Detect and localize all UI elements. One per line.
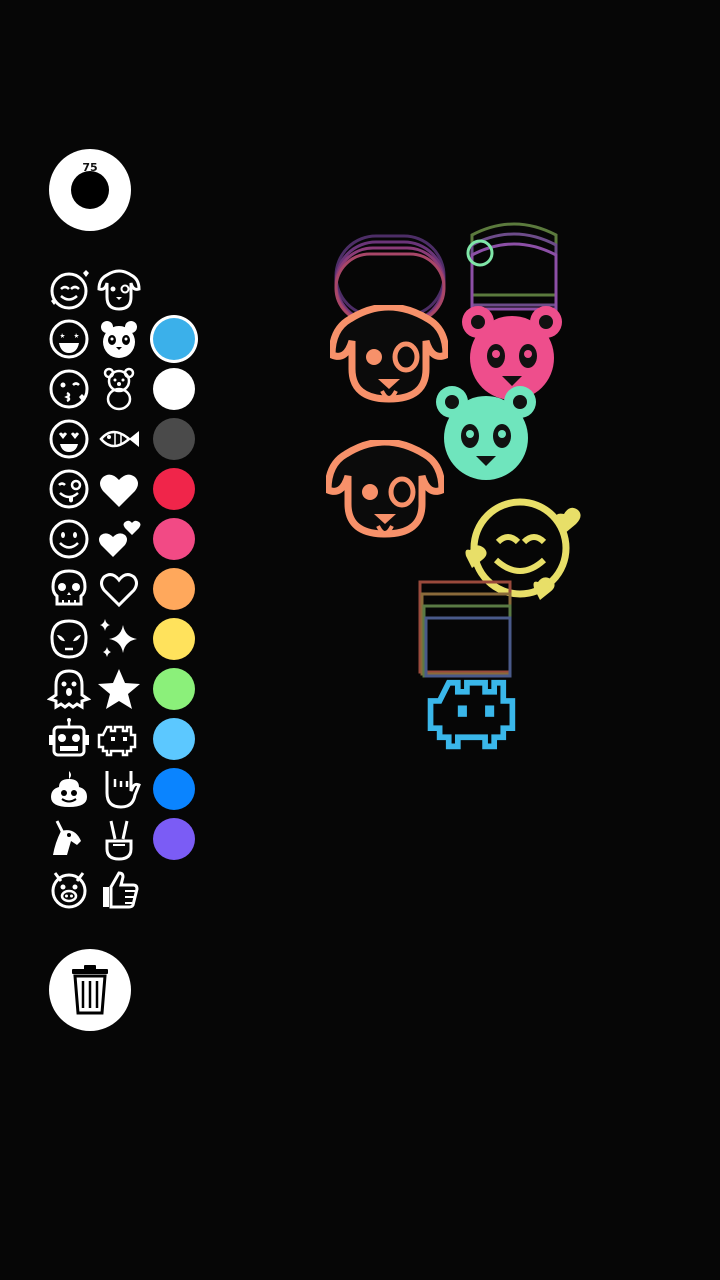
- dog-sticker-icon[interactable]: [97, 267, 141, 311]
- placed-space-invader-sticker: [427, 679, 516, 750]
- robot-sticker-icon[interactable]: [47, 717, 91, 761]
- color-swatch-white[interactable]: [153, 368, 195, 410]
- brush-size-value: 75: [82, 161, 98, 174]
- skull-sticker-icon[interactable]: [47, 567, 91, 611]
- space-invader-sticker-icon[interactable]: [97, 717, 141, 761]
- sticker-trail: [418, 580, 512, 678]
- poop-sticker-icon[interactable]: [47, 767, 91, 811]
- brush-size-indicator: 75: [71, 161, 109, 209]
- heart-filled-sticker-icon[interactable]: [97, 467, 141, 511]
- teddy-bear-sticker-icon[interactable]: [97, 367, 141, 411]
- smile-sticker-icon[interactable]: [47, 517, 91, 561]
- panda-sticker-icon[interactable]: [97, 317, 141, 361]
- placed-panda-sticker: [436, 386, 536, 480]
- winking-tongue-sticker-icon[interactable]: [47, 467, 91, 511]
- color-swatch-light-blue[interactable]: [153, 718, 195, 760]
- color-swatch-orange[interactable]: [153, 568, 195, 610]
- color-swatch-yellow[interactable]: [153, 618, 195, 660]
- placed-dog-sticker: [330, 305, 448, 403]
- color-swatch-dark-gray[interactable]: [153, 418, 195, 460]
- placed-panda-sticker: [462, 306, 562, 400]
- sparkles-sticker-icon[interactable]: [97, 617, 141, 661]
- ghost-sticker-icon[interactable]: [47, 667, 91, 711]
- heart-eyes-sticker-icon[interactable]: [47, 417, 91, 461]
- pig-sticker-icon[interactable]: [47, 867, 91, 911]
- placed-dog-sticker: [326, 440, 444, 538]
- fish-sticker-icon[interactable]: [97, 417, 141, 461]
- color-swatch-sky-blue[interactable]: [153, 318, 195, 360]
- alien-sticker-icon[interactable]: [47, 617, 91, 661]
- brush-size-button[interactable]: 75: [49, 149, 131, 231]
- smiling-hearts-sticker-icon[interactable]: [47, 267, 91, 311]
- placed-smiling-hearts-sticker: [465, 498, 581, 600]
- heart-outline-sticker-icon[interactable]: [97, 567, 141, 611]
- color-swatch-blue[interactable]: [153, 768, 195, 810]
- trash-icon: [72, 965, 108, 1015]
- rock-hand-sticker-icon[interactable]: [97, 767, 141, 811]
- thumbs-up-sticker-icon[interactable]: [97, 867, 141, 911]
- color-swatch-purple[interactable]: [153, 818, 195, 860]
- kiss-sticker-icon[interactable]: [47, 367, 91, 411]
- peace-hand-sticker-icon[interactable]: [97, 817, 141, 861]
- clear-canvas-button[interactable]: [49, 949, 131, 1031]
- unicorn-sticker-icon[interactable]: [47, 817, 91, 861]
- color-swatch-pink[interactable]: [153, 518, 195, 560]
- star-eyes-sticker-icon[interactable]: [47, 317, 91, 361]
- sticker-trail: [334, 234, 446, 322]
- color-swatch-green[interactable]: [153, 668, 195, 710]
- star-sticker-icon[interactable]: [97, 667, 141, 711]
- color-swatch-red[interactable]: [153, 468, 195, 510]
- sticker-trail: [466, 222, 558, 311]
- two-hearts-sticker-icon[interactable]: [97, 517, 141, 561]
